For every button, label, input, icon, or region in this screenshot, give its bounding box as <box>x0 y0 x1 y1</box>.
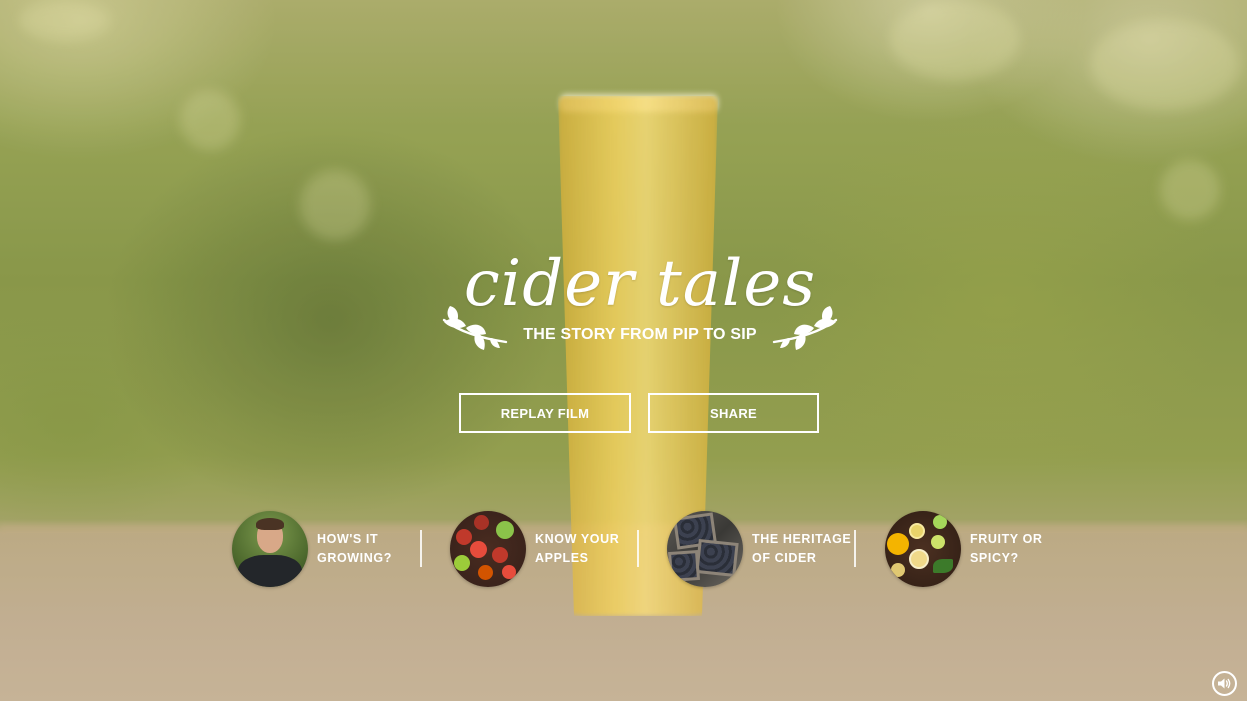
grower-jacket <box>238 555 302 587</box>
laurel-right-icon <box>772 306 838 350</box>
story-divider <box>420 530 422 567</box>
grower-portrait-icon <box>232 511 308 587</box>
apple-shape <box>470 541 487 558</box>
apple-shape <box>454 555 470 571</box>
lemon-shape <box>887 533 909 555</box>
citrus-photo-icon <box>885 511 961 587</box>
story-link-growing[interactable]: HOW'S IT GROWING? <box>232 510 421 588</box>
replay-film-button[interactable]: REPLAY FILM <box>459 393 631 433</box>
story-link-heritage[interactable]: THE HERITAGE OF CIDER <box>667 510 856 588</box>
sound-toggle-button[interactable] <box>1212 671 1237 696</box>
lemon-shape <box>891 563 905 577</box>
story-label-heritage: THE HERITAGE OF CIDER <box>752 532 852 565</box>
leaf-shape <box>933 559 953 573</box>
speaker-icon <box>1218 678 1231 689</box>
share-button[interactable]: SHARE <box>648 393 819 433</box>
apple-shape <box>492 547 508 563</box>
lime-shape <box>931 535 945 549</box>
story-divider <box>854 530 856 567</box>
crates-photo-icon <box>667 511 743 587</box>
apple-shape <box>474 515 489 530</box>
citrus-slice-shape <box>909 549 929 569</box>
story-divider <box>637 530 639 567</box>
story-label-fruity: FRUITY OR SPICY? <box>970 532 1043 565</box>
apple-shape <box>478 565 493 580</box>
lime-shape <box>933 515 947 529</box>
cider-tales-logo: cider tales THE STORY FROM PIP TO SIP <box>440 248 840 358</box>
apple-shape <box>496 521 514 539</box>
story-label-apples: KNOW YOUR APPLES <box>535 532 620 565</box>
apple-shape <box>456 529 472 545</box>
story-link-apples[interactable]: KNOW YOUR APPLES <box>450 510 639 588</box>
lemon-slice-shape <box>909 523 925 539</box>
story-link-fruity[interactable]: FRUITY OR SPICY? <box>885 510 1074 588</box>
apples-photo-icon <box>450 511 526 587</box>
crate-shape <box>667 549 701 583</box>
crate-shape <box>695 539 739 577</box>
story-label-growing: HOW'S IT GROWING? <box>317 532 392 565</box>
apple-shape <box>502 565 516 579</box>
grower-hair <box>256 518 284 530</box>
